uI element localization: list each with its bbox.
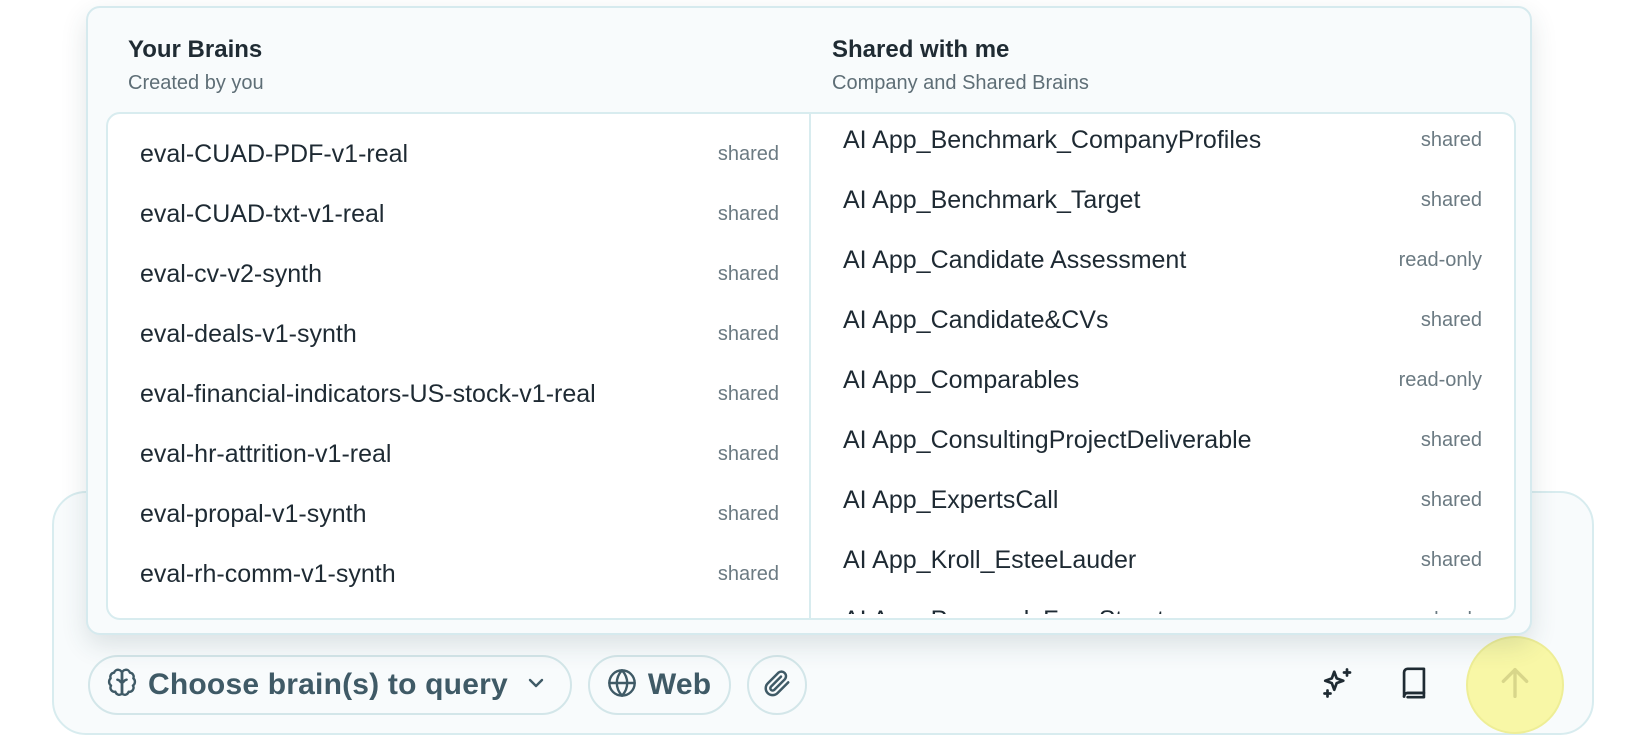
brain-access-tag: shared bbox=[717, 142, 779, 165]
list-item[interactable]: eval-propal-v1-synth shared bbox=[108, 484, 809, 544]
list-item[interactable]: eval-hr-attrition-v1-real shared bbox=[108, 424, 809, 484]
attach-file-button[interactable] bbox=[747, 655, 808, 715]
brain-selector-label: Choose brain(s) to query bbox=[148, 668, 508, 701]
brain-name: eval-CUAD-txt-v1-real bbox=[140, 199, 385, 228]
shared-with-me-subtitle: Company and Shared Brains bbox=[832, 72, 1089, 94]
brain-access-tag: read-only bbox=[1398, 368, 1482, 391]
list-item[interactable]: eval-CUAD-txt-v1-real shared bbox=[108, 184, 809, 244]
list-item[interactable]: AI App_Benchmark_CompanyProfiles shared bbox=[811, 114, 1514, 170]
brain-access-tag: shared bbox=[1420, 428, 1482, 451]
arrow-up-icon bbox=[1495, 663, 1535, 708]
your-brains-title: Your Brains bbox=[128, 36, 263, 63]
web-toggle-button[interactable]: Web bbox=[587, 655, 732, 715]
brain-name: eval-deals-v1-synth bbox=[140, 319, 357, 348]
brain-name: eval-CUAD-PDF-v1-real bbox=[140, 139, 409, 168]
paperclip-icon bbox=[762, 668, 792, 703]
brain-access-tag: shared bbox=[1420, 128, 1482, 151]
list-item[interactable]: AI App_Kroll_EsteeLauder shared bbox=[811, 530, 1514, 590]
brain-access-tag: shared bbox=[1420, 488, 1482, 511]
brain-name: eval-rh-comm-v1-synth bbox=[140, 559, 396, 588]
your-brains-subtitle: Created by you bbox=[128, 72, 264, 94]
brain-access-tag: shared bbox=[1420, 548, 1482, 571]
brain-name: eval-propal-v1-synth bbox=[140, 499, 367, 528]
brain-name: eval-hr-attrition-v1-real bbox=[140, 439, 392, 468]
your-brains-list[interactable]: eval-CUAD-PDF-v1-real shared eval-CUAD-t… bbox=[108, 114, 811, 618]
brain-access-tag: shared bbox=[717, 562, 779, 585]
brain-name: AI App_Kroll_EsteeLauder bbox=[843, 545, 1137, 574]
brain-access-tag: shared bbox=[1420, 308, 1482, 331]
list-item[interactable]: AI App_Benchmark_Target shared bbox=[811, 170, 1514, 230]
brain-name: AI App_Candidate&CVs bbox=[843, 305, 1109, 334]
brain-access-tag: read-only bbox=[1398, 248, 1482, 271]
brain-name: eval-cv-v2-synth bbox=[140, 259, 322, 288]
brain-name: AI App_Candidate Assessment bbox=[843, 245, 1187, 274]
globe-icon bbox=[606, 667, 638, 704]
list-item[interactable]: eval-CUAD-PDF-v1-real shared bbox=[108, 124, 809, 184]
shared-with-me-header: Shared with me Company and Shared Brains bbox=[832, 36, 1089, 95]
brain-name: eval-financial-indicators-US-stock-v1-re… bbox=[140, 379, 596, 408]
brain-name: AI App_Benchmark_Target bbox=[843, 185, 1141, 214]
brain-name: AI App_ConsultingProjectDeliverable bbox=[843, 425, 1252, 454]
brain-access-tag: shared bbox=[717, 322, 779, 345]
list-item[interactable]: AI App_Comparables read-only bbox=[811, 350, 1514, 410]
list-item[interactable]: AI App_Candidate&CVs shared bbox=[811, 290, 1514, 350]
sparkles-button[interactable] bbox=[1314, 661, 1362, 709]
list-item[interactable]: AI App_ExpertsCall shared bbox=[811, 470, 1514, 530]
chevron-down-icon bbox=[524, 671, 548, 700]
list-item[interactable]: AI App_ConsultingProjectDeliverable shar… bbox=[811, 410, 1514, 470]
list-item[interactable]: AI App_Proposal_FeesStructure read-only bbox=[811, 590, 1514, 615]
brain-selector-button[interactable]: Choose brain(s) to query bbox=[88, 655, 572, 715]
list-item[interactable]: eval-financial-indicators-US-stock-v1-re… bbox=[108, 364, 809, 424]
sparkles-icon bbox=[1320, 665, 1356, 706]
your-brains-header: Your Brains Created by you bbox=[128, 36, 264, 95]
brain-access-tag: shared bbox=[717, 442, 779, 465]
brain-access-tag: shared bbox=[717, 382, 779, 405]
brain-access-tag: read-only bbox=[1399, 609, 1482, 615]
library-button[interactable] bbox=[1390, 661, 1438, 709]
brain-name: AI App_ExpertsCall bbox=[843, 485, 1059, 514]
list-item[interactable]: eval-deals-v1-synth shared bbox=[108, 304, 809, 364]
shared-with-me-title: Shared with me bbox=[832, 36, 1010, 63]
list-item[interactable]: AI App_Candidate Assessment read-only bbox=[811, 230, 1514, 290]
brain-name: AI App_Comparables bbox=[843, 365, 1080, 394]
brain-icon bbox=[106, 667, 138, 704]
web-label: Web bbox=[647, 668, 712, 701]
book-icon bbox=[1397, 666, 1431, 705]
brain-dropdown: Your Brains Created by you Shared with m… bbox=[86, 6, 1532, 635]
brain-lists: eval-CUAD-PDF-v1-real shared eval-CUAD-t… bbox=[106, 112, 1516, 620]
brain-access-tag: shared bbox=[717, 262, 779, 285]
brain-name: AI App_Benchmark_CompanyProfiles bbox=[843, 125, 1262, 154]
brain-access-tag: shared bbox=[717, 502, 779, 525]
brain-access-tag: shared bbox=[1420, 188, 1482, 211]
composer-toolbar: Choose brain(s) to query Web bbox=[88, 636, 1564, 734]
brain-name: AI App_Proposal_FeesStructure bbox=[843, 606, 1200, 615]
send-button[interactable] bbox=[1466, 636, 1564, 734]
shared-brains-list[interactable]: AI App_Benchmark_CompanyProfiles shared … bbox=[811, 114, 1514, 615]
list-item[interactable]: eval-cv-v2-synth shared bbox=[108, 244, 809, 304]
list-item[interactable]: eval-rh-comm-v1-synth shared bbox=[108, 544, 809, 604]
brain-access-tag: shared bbox=[717, 202, 779, 225]
